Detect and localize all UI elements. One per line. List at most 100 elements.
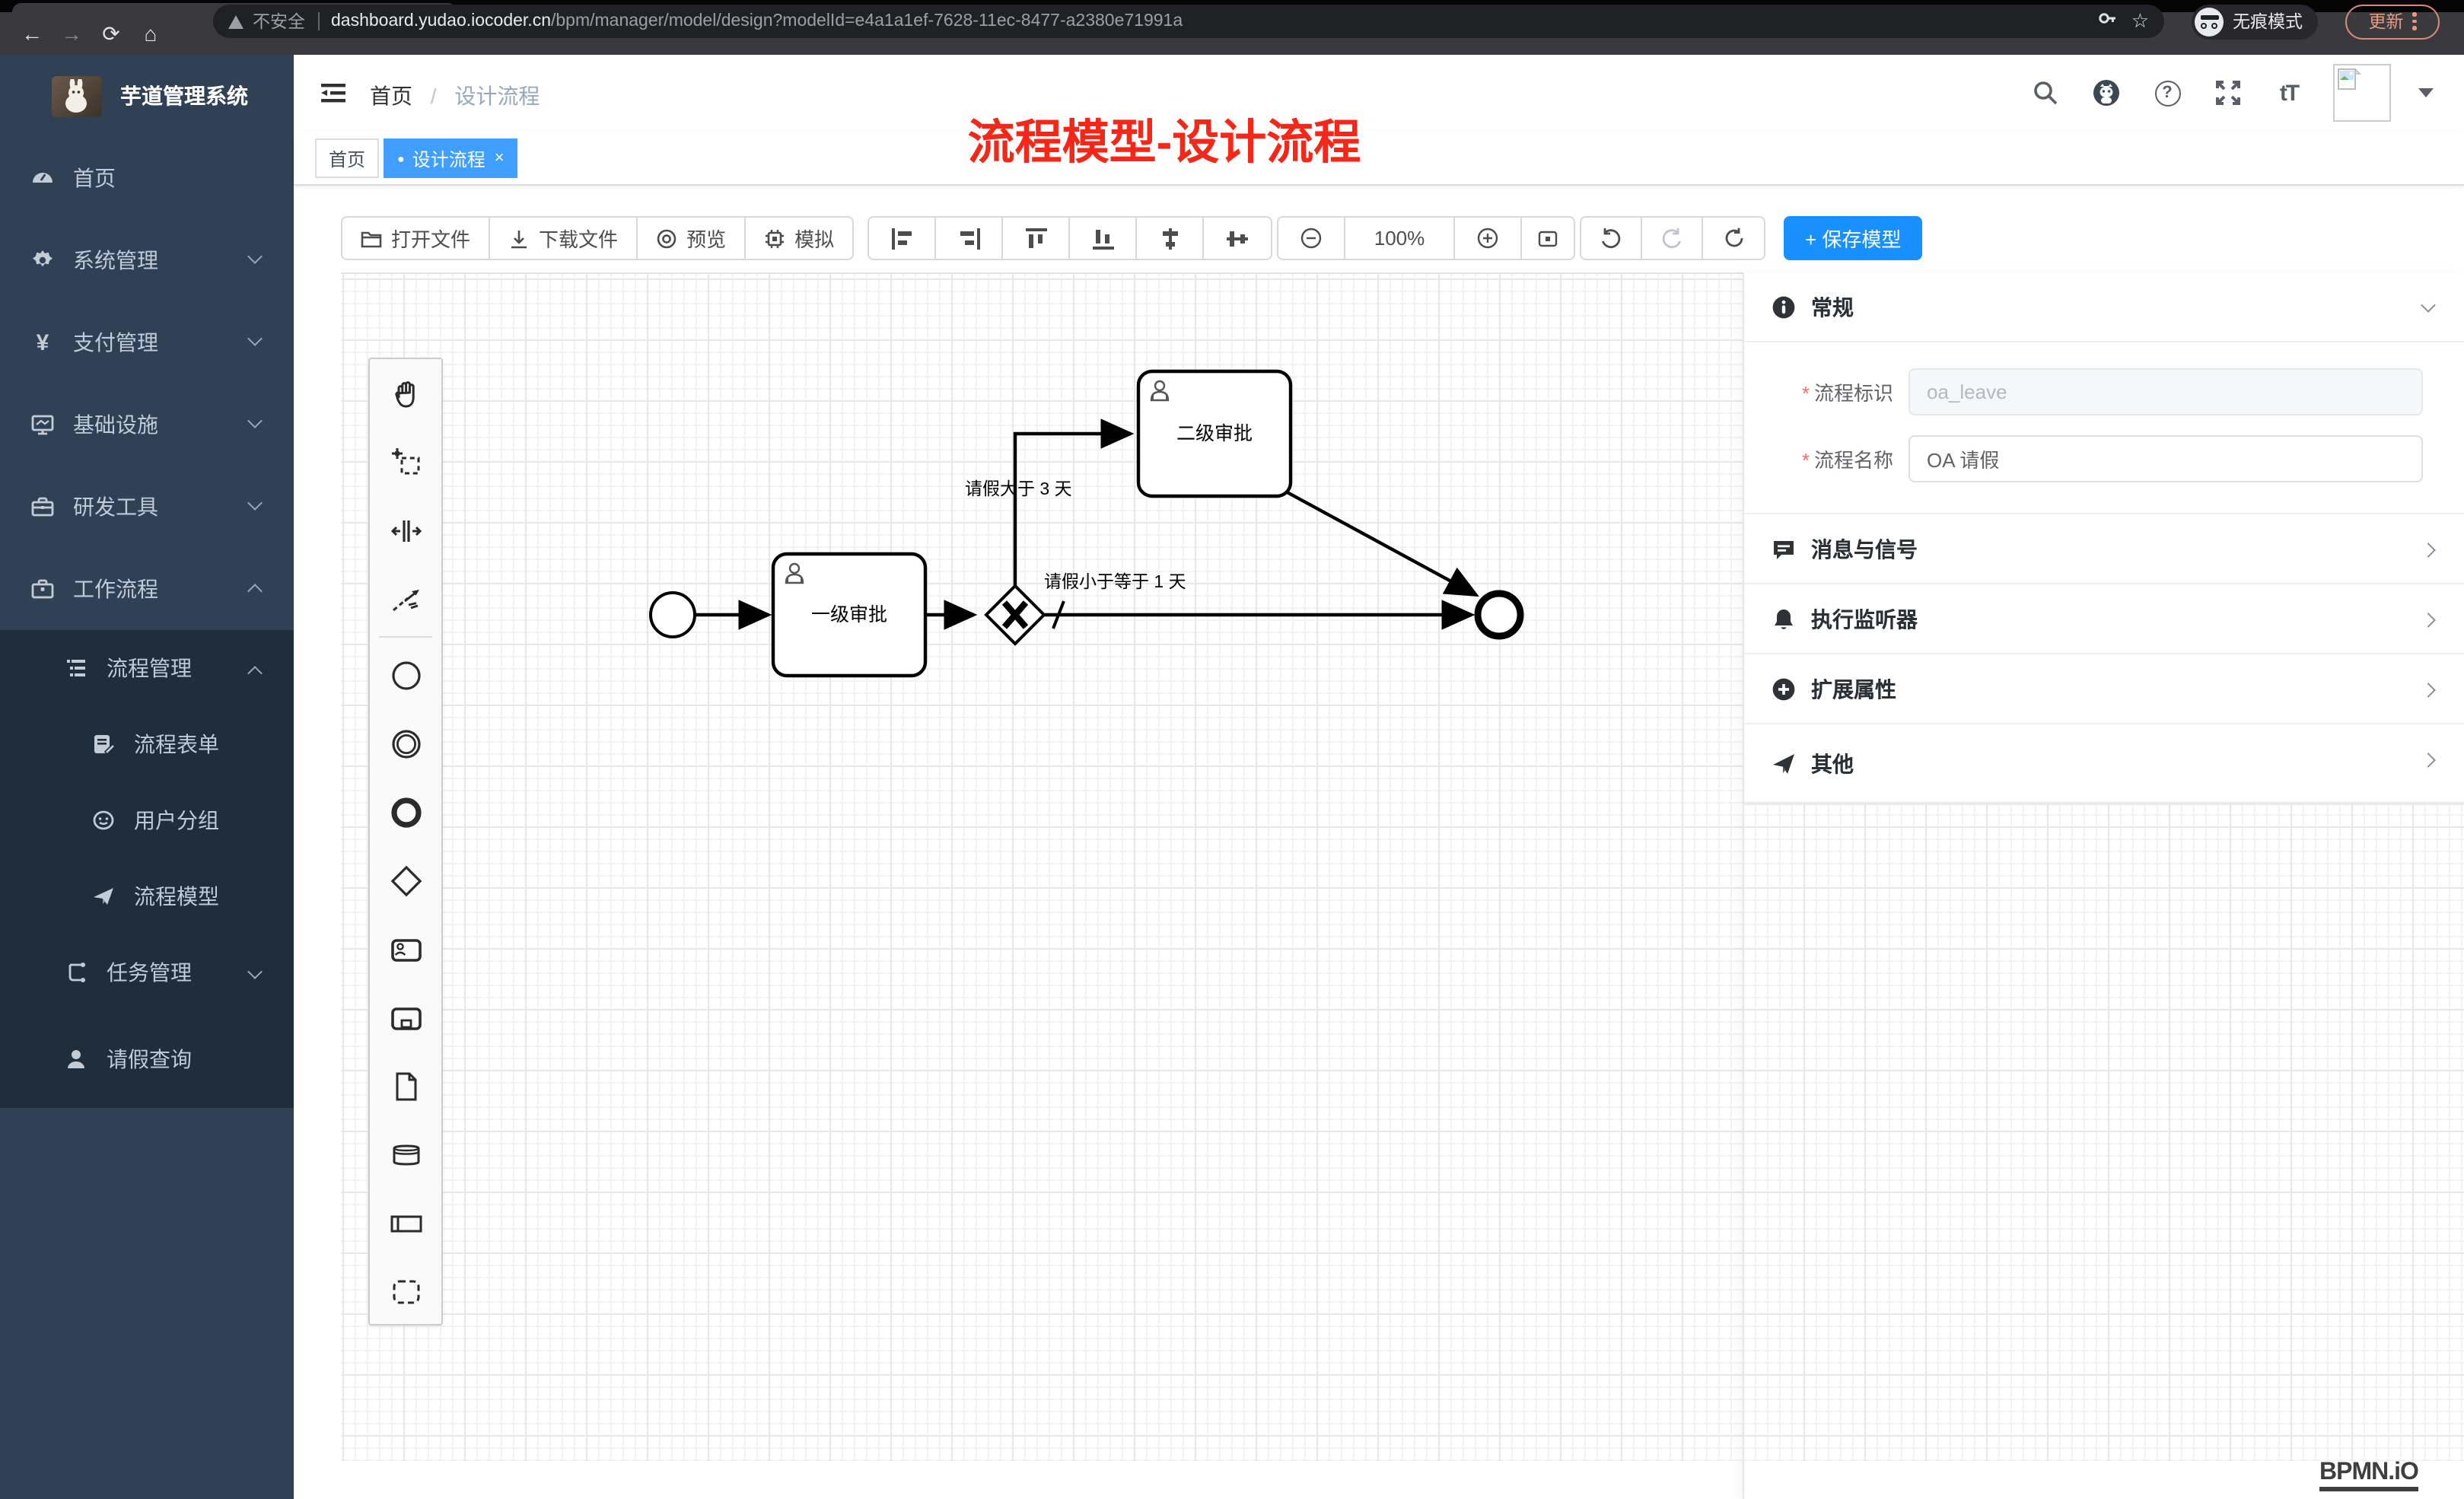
branch-icon [64,960,88,985]
sidebar-item-payment[interactable]: ¥ 支付管理 [0,301,294,384]
process-name-label: 流程名称 [1814,448,1893,471]
forward-icon[interactable]: → [52,21,91,46]
close-icon[interactable]: × [495,149,505,167]
sidebar-item-system[interactable]: 系统管理 [0,219,294,301]
section-general[interactable]: 常规 [1744,272,2464,342]
create-participant[interactable] [370,1189,441,1257]
reload-icon[interactable]: ⟳ [91,21,131,46]
avatar[interactable] [2333,64,2391,122]
sidebar-item-leave-query[interactable]: 请假查询 [0,1010,294,1108]
breadcrumb-home[interactable]: 首页 [370,84,412,108]
refresh-icon [1722,227,1745,250]
not-secure-label[interactable]: 不安全 [253,9,305,33]
section-extended-attrs[interactable]: 扩展属性 [1744,654,2464,724]
flow-label-le[interactable]: 请假小于等于 1 天 [1044,571,1186,591]
align-bottom-button[interactable] [1070,218,1137,259]
bpmn-io-logo[interactable]: BPMN.iO [2319,1461,2418,1491]
active-dot: ● [397,151,405,165]
sidebar-logo[interactable]: 芋道管理系统 [0,55,294,137]
sidebar-item-workflow[interactable]: 工作流程 [0,548,294,630]
message-icon [1772,536,1796,561]
global-connect-tool[interactable] [370,565,441,633]
home-icon[interactable]: ⌂ [131,21,170,46]
simulate-button[interactable]: 模拟 [746,218,852,259]
sidebar-item-devtools[interactable]: 研发工具 [0,466,294,548]
align-hcenter-button[interactable] [1204,218,1271,259]
zoom-in-button[interactable] [1455,218,1522,259]
undo-button[interactable] [1581,218,1642,259]
hand-tool[interactable] [370,359,441,428]
browser-update-button[interactable]: 更新 [2345,4,2440,39]
sidebar-item-home[interactable]: 首页 [0,137,294,219]
align-vcenter-button[interactable] [1137,218,1204,259]
sidebar-item-process-model[interactable]: 流程模型 [0,858,294,934]
exclusive-gateway[interactable] [986,586,1044,644]
preview-icon [656,228,677,249]
sidebar-item-process-mgmt[interactable]: 流程管理 [0,630,294,706]
lasso-tool[interactable] [370,428,441,496]
create-gateway[interactable] [370,846,441,915]
create-data-object[interactable] [370,1052,441,1120]
create-start-event[interactable] [370,641,441,709]
font-size-icon[interactable]: tT [2272,76,2306,110]
align-left-button[interactable] [869,218,936,259]
workflow-submenu: 流程管理 流程表单 用户分组 流程模型 [0,630,294,1108]
field-process-name: *流程名称 [1744,425,2423,492]
redo-button[interactable] [1642,218,1703,259]
user-task-level2[interactable]: 二级审批 [1138,371,1291,496]
end-event[interactable] [1478,594,1520,636]
space-tool[interactable] [370,496,441,565]
process-name-input[interactable] [1908,434,2423,482]
chip-icon [764,228,785,249]
back-icon[interactable]: ← [12,21,52,46]
tab-design-process[interactable]: ● 设计流程 × [384,138,518,178]
flow-task2-to-end[interactable] [1283,490,1476,595]
search-icon[interactable] [2029,76,2062,110]
sidebar-item-process-form[interactable]: 流程表单 [0,706,294,782]
create-end-event[interactable] [370,778,441,846]
preview-button[interactable]: 预览 [638,218,746,259]
sidebar-item-label: 首页 [73,163,116,193]
flow-gateway-to-task2[interactable] [1015,434,1131,586]
section-execution-listener[interactable]: 执行监听器 [1744,584,2464,654]
zoom-out-button[interactable] [1278,218,1345,259]
address-bar[interactable]: 不安全 dashboard.yudao.iocoder.cn/bpm/manag… [213,5,2164,38]
collapse-sidebar-icon[interactable] [318,78,349,108]
create-user-task[interactable] [370,915,441,983]
chevron-right-icon [2421,613,2436,628]
required-mark: * [1802,448,1810,471]
create-data-store[interactable] [370,1120,441,1189]
sidebar-item-infra[interactable]: 基础设施 [0,384,294,466]
fullscreen-icon[interactable] [2211,76,2245,110]
flow-label-gt[interactable]: 请假大于 3 天 [965,479,1072,498]
help-icon[interactable]: ? [2150,76,2184,110]
download-file-button[interactable]: 下载文件 [490,218,638,259]
sidebar-item-label: 工作流程 [73,574,158,604]
sidebar-item-task-mgmt[interactable]: 任务管理 [0,934,294,1010]
breadcrumb-current: 设计流程 [454,84,540,108]
section-message-signal[interactable]: 消息与信号 [1744,514,2464,584]
sidebar-item-user-group[interactable]: 用户分组 [0,782,294,858]
password-key-icon[interactable] [2098,7,2119,36]
create-call-activity[interactable] [370,983,441,1052]
section-other[interactable]: 其他 [1744,724,2464,804]
chevron-right-icon [2421,753,2436,768]
align-top-button[interactable] [1003,218,1070,259]
process-key-input[interactable] [1908,368,2423,415]
zoom-reset-button[interactable] [1522,218,1574,259]
open-file-button[interactable]: 打开文件 [342,218,490,259]
tab-home[interactable]: 首页 [315,138,379,178]
field-process-key: *流程标识 [1744,358,2423,425]
github-icon[interactable] [2090,76,2123,110]
align-right-button[interactable] [936,218,1003,259]
user-task-level1[interactable]: 一级审批 [773,554,925,676]
browser-menu-icon[interactable] [2413,13,2417,30]
bookmark-star-icon[interactable]: ☆ [2131,9,2149,33]
create-intermediate-event[interactable] [370,709,441,778]
start-event[interactable] [651,593,695,637]
create-group[interactable] [370,1257,441,1326]
save-model-button[interactable]: + 保存模型 [1784,216,1922,260]
url-text[interactable]: dashboard.yudao.iocoder.cn/bpm/manager/m… [331,12,2089,30]
restart-button[interactable] [1703,218,1764,259]
avatar-caret-icon[interactable] [2418,88,2434,97]
